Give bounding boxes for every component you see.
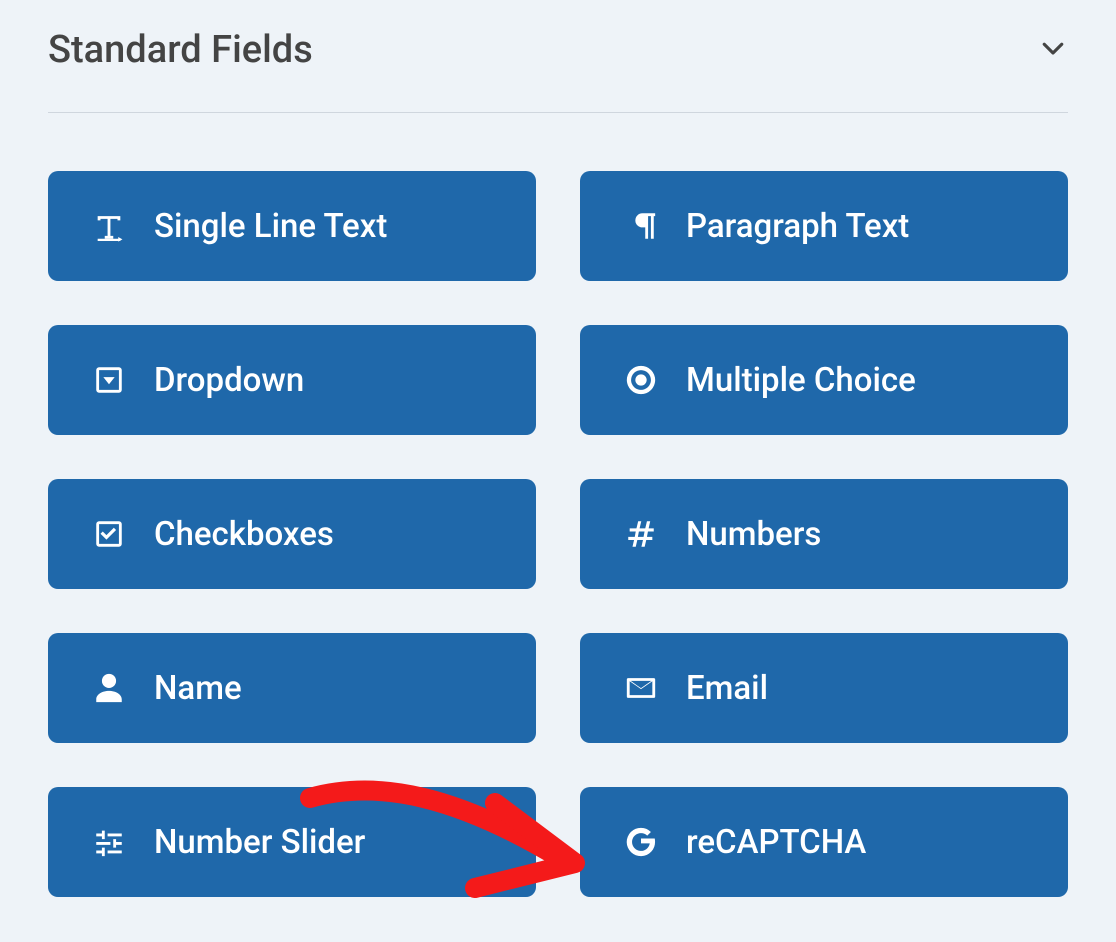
envelope-icon [624, 671, 658, 705]
field-email[interactable]: Email [580, 633, 1068, 743]
field-name[interactable]: Name [48, 633, 536, 743]
field-checkboxes[interactable]: Checkboxes [48, 479, 536, 589]
field-number-slider[interactable]: Number Slider [48, 787, 536, 897]
field-label: Name [154, 669, 242, 708]
field-label: Multiple Choice [686, 361, 916, 400]
field-dropdown[interactable]: Dropdown [48, 325, 536, 435]
field-label: reCAPTCHA [686, 823, 866, 862]
paragraph-icon [624, 209, 658, 243]
hash-icon [624, 517, 658, 551]
chevron-down-icon [1038, 33, 1068, 67]
section-title: Standard Fields [48, 28, 313, 72]
text-icon [92, 209, 126, 243]
field-paragraph-text[interactable]: Paragraph Text [580, 171, 1068, 281]
field-single-line-text[interactable]: Single Line Text [48, 171, 536, 281]
standard-fields-panel: Standard Fields Single Line Text Paragra… [0, 10, 1116, 897]
field-label: Email [686, 669, 768, 708]
checkbox-icon [92, 517, 126, 551]
divider [48, 112, 1068, 113]
field-label: Dropdown [154, 361, 304, 400]
radio-icon [624, 363, 658, 397]
dropdown-icon [92, 363, 126, 397]
field-numbers[interactable]: Numbers [580, 479, 1068, 589]
section-header[interactable]: Standard Fields [48, 10, 1068, 112]
field-recaptcha[interactable]: reCAPTCHA [580, 787, 1068, 897]
user-icon [92, 671, 126, 705]
field-label: Checkboxes [154, 515, 334, 554]
slider-icon [92, 825, 126, 859]
field-label: Single Line Text [154, 207, 387, 246]
field-label: Paragraph Text [686, 207, 909, 246]
field-label: Numbers [686, 515, 821, 554]
fields-grid: Single Line Text Paragraph Text Dropdown… [48, 171, 1068, 897]
google-icon [624, 825, 658, 859]
field-label: Number Slider [154, 823, 365, 862]
field-multiple-choice[interactable]: Multiple Choice [580, 325, 1068, 435]
